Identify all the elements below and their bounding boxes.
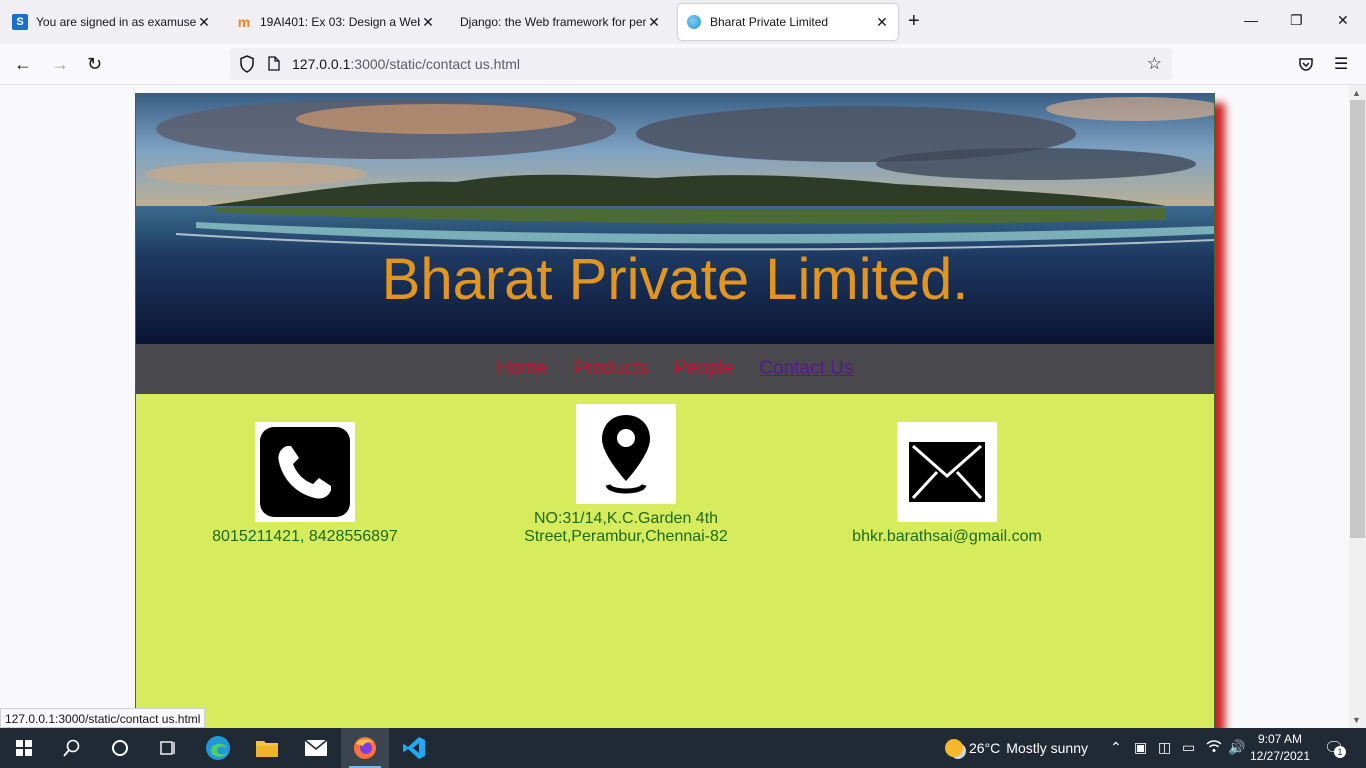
url-path: :3000/static/contact us.html: [350, 56, 521, 72]
task-view-icon[interactable]: [144, 728, 192, 768]
volume-icon[interactable]: 🔊: [1228, 739, 1245, 756]
new-tab-button[interactable]: +: [908, 10, 920, 33]
scroll-down-arrow-icon[interactable]: ▼: [1352, 715, 1361, 725]
bookmark-star-icon[interactable]: ☆: [1147, 54, 1162, 74]
weather-temperature: 26°C: [969, 740, 1001, 756]
page-viewport: Bharat Private Limited. Home Products Pe…: [0, 85, 1349, 728]
contact-section: 8015211421, 8428556897 NO:31/14,K.C.Gard…: [136, 394, 1214, 728]
tab-bharat[interactable]: Bharat Private Limited ✕: [678, 4, 898, 40]
tab-title: Django: the Web framework for perf: [460, 15, 646, 29]
network-settings-icon[interactable]: ◫: [1158, 739, 1171, 756]
tab-title: Bharat Private Limited: [710, 15, 829, 29]
tab-title: 19AI401: Ex 03: Design a Websit: [260, 15, 420, 29]
forward-arrow-icon[interactable]: →: [51, 54, 69, 75]
phone-numbers: 8015211421, 8428556897: [212, 528, 398, 545]
clock-time: 9:07 AM: [1257, 732, 1303, 746]
nav-link-contact-us[interactable]: Contact Us: [759, 358, 853, 380]
restore-icon[interactable]: ❐: [1290, 12, 1303, 29]
address-line-1: NO:31/14,K.C.Garden 4th: [533, 510, 719, 527]
site-title: Bharat Private Limited.: [381, 247, 969, 312]
notification-count-badge: 1: [1334, 746, 1346, 758]
meet-now-icon[interactable]: ▣: [1134, 739, 1147, 756]
close-window-icon[interactable]: ✕: [1337, 12, 1349, 29]
search-icon[interactable]: [48, 728, 96, 768]
chevron-up-icon[interactable]: ⌃: [1110, 739, 1122, 756]
page-icon: [268, 56, 280, 71]
moodle-icon: m: [237, 14, 251, 30]
scroll-thumb[interactable]: [1350, 100, 1365, 538]
address-line-2: Street,Perambur,Chennai-82: [524, 528, 728, 545]
tab-title: You are signed in as examuser1(: [36, 15, 196, 29]
windows-start-icon[interactable]: [0, 728, 48, 768]
back-arrow-icon[interactable]: ←: [14, 54, 32, 75]
menu-icon[interactable]: ☰: [1334, 54, 1348, 74]
status-link-preview: 127.0.0.1:3000/static/contact us.html: [0, 708, 206, 728]
clock-date: 12/27/2021: [1249, 749, 1311, 763]
globe-icon: [686, 14, 702, 30]
phone-icon: [255, 422, 355, 522]
url-host: 127.0.0.1: [292, 56, 351, 72]
partly-sunny-icon: [945, 739, 963, 757]
url-text[interactable]: 127.0.0.1:3000/static/contact us.html: [292, 56, 520, 72]
shield-icon[interactable]: [239, 55, 255, 73]
minimize-icon[interactable]: —: [1244, 12, 1258, 28]
edge-browser-icon[interactable]: [194, 728, 242, 768]
scroll-up-arrow-icon[interactable]: ▲: [1352, 88, 1361, 98]
vscode-icon[interactable]: [390, 728, 438, 768]
url-bar[interactable]: 127.0.0.1:3000/static/contact us.html ☆: [230, 48, 1172, 80]
tab-strip: S You are signed in as examuser1( ✕ m 19…: [0, 0, 1366, 44]
system-clock[interactable]: 9:07 AM 12/27/2021: [1248, 731, 1312, 765]
cortana-icon[interactable]: [96, 728, 144, 768]
firefox-icon[interactable]: [341, 728, 389, 768]
site-nav-menu: Home Products People Contact Us: [136, 344, 1214, 394]
weather-condition: Mostly sunny: [1006, 740, 1088, 756]
pocket-icon[interactable]: [1298, 56, 1314, 72]
tab-examuser[interactable]: S You are signed in as examuser1( ✕: [4, 4, 220, 40]
file-explorer-icon[interactable]: [243, 728, 291, 768]
reload-icon[interactable]: ↻: [87, 54, 102, 75]
nav-link-people[interactable]: People: [674, 358, 733, 380]
close-icon[interactable]: ✕: [874, 14, 890, 31]
nav-link-products[interactable]: Products: [573, 358, 648, 380]
location-pin-icon: [576, 404, 676, 504]
envelope-icon: [897, 422, 997, 522]
close-icon[interactable]: ✕: [646, 14, 662, 31]
weather-widget[interactable]: 26°C Mostly sunny: [945, 739, 1088, 757]
site-container: Bharat Private Limited. Home Products Pe…: [135, 93, 1215, 728]
close-icon[interactable]: ✕: [196, 14, 212, 31]
wifi-icon[interactable]: [1206, 739, 1222, 756]
nav-link-home[interactable]: Home: [497, 358, 548, 380]
tab-django[interactable]: Django: the Web framework for perf ✕: [452, 4, 670, 40]
email-address: bhkr.barathsai@gmail.com: [852, 528, 1042, 545]
mail-icon[interactable]: [292, 728, 340, 768]
notification-center-icon[interactable]: 🗨1: [1324, 738, 1346, 758]
close-icon[interactable]: ✕: [420, 14, 436, 31]
navigation-bar: ← → ↻ 127.0.0.1:3000/static/contact us.h…: [0, 44, 1366, 85]
tab-19ai401[interactable]: m 19AI401: Ex 03: Design a Websit ✕: [228, 4, 444, 40]
windows-taskbar: 26°C Mostly sunny ⌃ ▣ ◫ ▭ 🔊 9:07 AM 12/2…: [0, 728, 1366, 768]
s-square-icon: S: [12, 14, 28, 30]
banner-image: Bharat Private Limited.: [136, 94, 1214, 344]
address: NO:31/14,K.C.Garden 4th Street,Perambur,…: [496, 510, 756, 546]
battery-icon[interactable]: ▭: [1182, 739, 1195, 756]
page-scrollbar[interactable]: ▲ ▼: [1349, 85, 1366, 728]
